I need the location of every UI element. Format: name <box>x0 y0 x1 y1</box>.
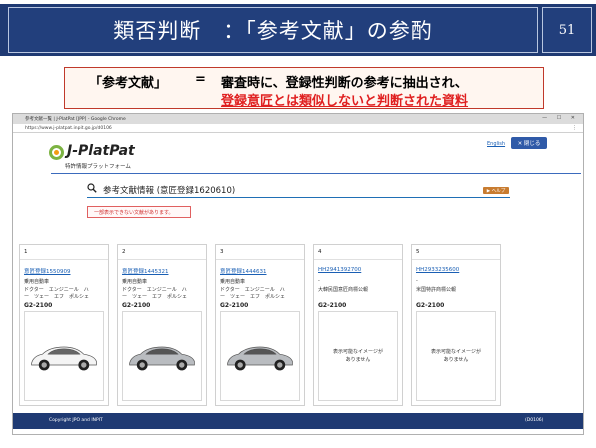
definition-highlight: 登録意匠とは類似しないと判断された資料 <box>221 94 469 109</box>
card-article: - <box>416 278 418 284</box>
card-article: - <box>318 278 320 284</box>
card-article: 乗用自動車 <box>220 279 246 285</box>
card-number: 5 <box>416 249 420 255</box>
car-image <box>31 346 97 371</box>
card-holder-line2: ー ツェー エフ ポルシェ <box>24 294 90 300</box>
reference-card: 1 意匠登録1550909 乗用自動車ドクター エンジニール ハー ツェー エフ ポ… <box>19 244 109 406</box>
card-image-frame[interactable] <box>220 311 300 401</box>
warning-message: 一部表示できない文献があります。 <box>87 206 191 218</box>
card-article: 乗用自動車 <box>24 279 50 285</box>
no-image-text: 表示可能なイメージが ありません <box>431 349 481 363</box>
card-holder-line1: 大韓民国意匠商標公報 <box>318 287 369 293</box>
url-text[interactable]: https://www.j-platpat.inpit.go.jp/d0106 <box>25 126 112 131</box>
jplatpat-logo[interactable]: J-PlatPat 特許情報プラットフォーム <box>49 143 149 173</box>
card-document-link[interactable]: 意匠登録1445321 <box>122 267 169 275</box>
english-link[interactable]: English <box>487 141 505 147</box>
card-holder-line2: ー ツェー エフ ポルシェ <box>220 294 286 300</box>
card-classification: G2-2100 <box>318 302 347 309</box>
card-holder-line2: ー ツェー エフ ポルシェ <box>122 294 188 300</box>
card-number: 3 <box>220 249 224 255</box>
card-document-link[interactable]: HH2933235600 <box>416 267 459 273</box>
reference-card: 3 意匠登録1444631 乗用自動車ドクター エンジニール ハー ツェー エフ ポ… <box>215 244 305 406</box>
definition-equals: = <box>195 72 206 87</box>
card-divider <box>20 259 108 260</box>
card-document-link[interactable]: 意匠登録1550909 <box>24 267 71 275</box>
address-bar[interactable]: https://www.j-platpat.inpit.go.jp/d0106 … <box>13 124 583 133</box>
window-title: 参考文献一覧 | J-PlatPat [JPP] - Google Chrome <box>25 117 126 122</box>
footer-screen-code: (D0106) <box>525 418 544 423</box>
card-divider <box>412 259 500 260</box>
card-article: 乗用自動車 <box>122 279 148 285</box>
card-divider <box>118 259 206 260</box>
help-button[interactable]: ▶ ヘルプ <box>483 187 509 194</box>
site-content: J-PlatPat 特許情報プラットフォーム English ✕ 閉じる 参考文… <box>13 133 583 434</box>
card-divider <box>314 259 402 260</box>
car-image <box>227 346 293 371</box>
card-document-link[interactable]: 意匠登録1444631 <box>220 267 267 275</box>
site-footer: Copyright JPO and INPIT (D0106) <box>13 413 583 429</box>
logo-mark-icon <box>49 145 64 160</box>
card-number: 1 <box>24 249 28 255</box>
card-image-frame[interactable] <box>24 311 104 401</box>
definition-box: 「参考文献」 = 審査時に、登録性判断の参考に抽出され、 登録意匠とは類似しない… <box>64 67 544 109</box>
card-image-frame[interactable]: 表示可能なイメージが ありません <box>416 311 496 401</box>
definition-term: 「参考文献」 <box>89 76 168 91</box>
section-title: 参考文献情報 (意匠登録1620610) <box>103 186 236 196</box>
header-divider <box>51 173 581 174</box>
card-classification: G2-2100 <box>220 302 249 309</box>
slide: 類否判断 ：「参考文献」の参酌 51 「参考文献」 = 審査時に、登録性判断の参… <box>0 0 596 448</box>
reference-card: 4 HH2941392700 - 大韓民国意匠商標公報 G2-2100 表示可能なイメージ… <box>313 244 403 406</box>
card-number: 2 <box>122 249 126 255</box>
car-image <box>129 346 195 371</box>
card-holder-line1: ドクター エンジニール ハ <box>24 287 89 293</box>
browser-menu-icon[interactable]: ⋮ <box>572 125 577 131</box>
title-box: 類否判断 ：「参考文献」の参酌 <box>8 7 538 53</box>
card-holder-line1: ドクター エンジニール ハ <box>220 287 285 293</box>
section-divider <box>87 197 510 198</box>
card-document-link[interactable]: HH2941392700 <box>318 267 361 273</box>
footer-copyright: Copyright JPO and INPIT <box>49 418 103 423</box>
page-number: 51 <box>542 7 592 53</box>
window-controls[interactable]: — ☐ ✕ <box>542 115 579 121</box>
card-image-frame[interactable] <box>122 311 202 401</box>
reference-card: 2 意匠登録1445321 乗用自動車ドクター エンジニール ハー ツェー エフ ポ… <box>117 244 207 406</box>
definition-text: 審査時に、登録性判断の参考に抽出され、 <box>221 76 468 91</box>
card-classification: G2-2100 <box>122 302 151 309</box>
logo-text: J-PlatPat <box>67 143 135 159</box>
browser-title-bar: 参考文献一覧 | J-PlatPat [JPP] - Google Chrome… <box>13 114 583 124</box>
reference-card: 5 HH2933235600 - 米国特許商標公報 G2-2100 表示可能なイメージが … <box>411 244 501 406</box>
close-button[interactable]: ✕ 閉じる <box>511 137 547 149</box>
card-holder-line1: 米国特許商標公報 <box>416 287 457 293</box>
card-number: 4 <box>318 249 322 255</box>
slide-title: 類否判断 ：「参考文献」の参酌 <box>113 19 433 43</box>
card-divider <box>216 259 304 260</box>
no-image-text: 表示可能なイメージが ありません <box>333 349 383 363</box>
logo-subtitle: 特許情報プラットフォーム <box>65 164 131 170</box>
title-band: 類否判断 ：「参考文献」の参酌 51 <box>0 4 596 56</box>
card-classification: G2-2100 <box>24 302 53 309</box>
browser-window: 参考文献一覧 | J-PlatPat [JPP] - Google Chrome… <box>12 113 584 435</box>
card-classification: G2-2100 <box>416 302 445 309</box>
search-icon <box>87 183 97 193</box>
card-holder-line1: ドクター エンジニール ハ <box>122 287 187 293</box>
card-image-frame[interactable]: 表示可能なイメージが ありません <box>318 311 398 401</box>
